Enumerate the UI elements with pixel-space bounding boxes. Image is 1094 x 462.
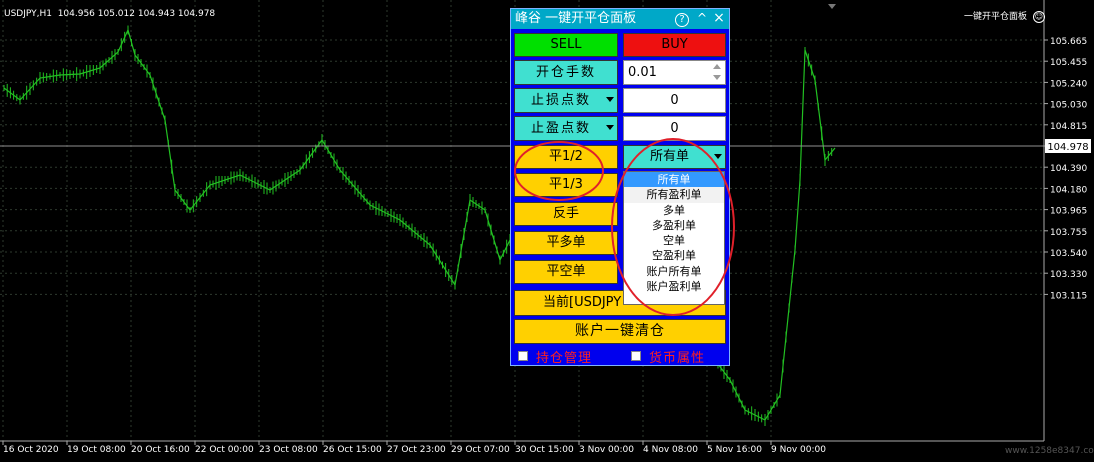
time-label: 19 Oct 08:00 [67,445,126,455]
spinner-down-icon[interactable] [713,75,721,80]
time-label: 27 Oct 23:00 [387,445,446,455]
dropdown-option[interactable]: 所有盈利单 [624,187,724,203]
lots-input[interactable]: 0.01 [623,60,726,85]
price-label: 104.180 [1050,185,1087,195]
clear-all-button[interactable]: 账户一键清仓 [514,319,726,344]
position-mgmt-label: 持仓管理 [536,351,593,366]
current-price-text: 104.978 [1047,142,1088,153]
time-label: 9 Nov 00:00 [771,445,826,455]
close-short-button[interactable]: 平空单 [514,260,618,284]
dropdown-option[interactable]: 空单 [624,233,724,248]
close-long-button[interactable]: 平多单 [514,231,618,255]
trading-terminal: 105.665105.455105.240105.030104.815104.6… [0,0,1094,462]
indicator-label-text: 一键开平仓面板 [964,12,1028,22]
price-label: 103.330 [1050,270,1087,280]
lots-value: 0.01 [628,65,657,80]
time-label: 20 Oct 16:00 [131,445,190,455]
time-label: 16 Oct 2020 [3,445,59,455]
price-label: 103.115 [1050,291,1087,301]
dropdown-option[interactable]: 账户所有单 [624,264,724,279]
takeprofit-label: 止盈点数 [530,121,591,136]
dropdown-option[interactable]: 多盈利单 [624,218,724,233]
sell-button[interactable]: SELL [514,33,618,57]
smiley-icon: ☺ [1032,11,1045,23]
time-label: 29 Oct 07:00 [451,445,510,455]
price-label: 103.965 [1050,207,1087,217]
panel-title-bar[interactable]: 峰谷 一键开平仓面板 ? ^ × [511,9,729,29]
price-label: 105.455 [1050,58,1087,68]
symbol-props-label: 货币属性 [649,351,706,366]
time-label: 4 Nov 08:00 [643,445,698,455]
time-label: 26 Oct 15:00 [323,445,382,455]
spinner-up-icon[interactable] [713,64,721,69]
price-label: 104.815 [1050,122,1087,132]
collapse-icon[interactable]: ^ [694,10,710,27]
time-label: 22 Oct 00:00 [195,445,254,455]
lots-label-button[interactable]: 开仓手数 [514,60,618,85]
stoploss-label: 止损点数 [530,93,591,108]
position-mgmt-checkbox[interactable] [518,351,528,361]
indicator-label: 一键开平仓面板 ☺ [964,9,1045,23]
watermark: www.1258e8347.com [1005,446,1094,456]
chevron-down-icon [606,97,614,102]
order-filter-select[interactable]: 所有单 [623,145,726,169]
close-half-button[interactable]: 平1/2 [514,145,618,169]
takeprofit-dropdown-button[interactable]: 止盈点数 [514,116,618,141]
stoploss-input[interactable]: 0 [623,88,726,113]
dropdown-option[interactable]: 多单 [624,203,724,218]
stoploss-dropdown-button[interactable]: 止损点数 [514,88,618,113]
help-icon[interactable]: ? [674,10,690,27]
price-label: 105.665 [1050,37,1087,47]
dropdown-option[interactable]: 空盈利单 [624,248,724,263]
chevron-down-icon [606,125,614,130]
panel-title: 峰谷 一键开平仓面板 [515,11,637,26]
price-label: 105.030 [1050,101,1087,111]
time-label: 30 Oct 15:00 [515,445,574,455]
symbol-info: USDJPY,H1 104.956 105.012 104.943 104.97… [4,9,216,19]
price-label: 105.240 [1050,79,1087,89]
current-symbol-label: 当前[USDJPY [543,295,622,310]
buy-button[interactable]: BUY [623,33,726,57]
time-label: 5 Nov 16:00 [707,445,762,455]
close-icon[interactable]: × [711,10,727,27]
time-label: 23 Oct 08:00 [259,445,318,455]
chart-shift-marker-icon[interactable] [828,4,836,9]
reverse-button[interactable]: 反手 [514,202,618,226]
stoploss-value: 0 [670,93,679,108]
dropdown-option[interactable]: 账户盈利单 [624,279,724,294]
chevron-down-icon [714,154,722,159]
close-third-button[interactable]: 平1/3 [514,173,618,197]
price-label: 103.755 [1050,228,1087,238]
takeprofit-input[interactable]: 0 [623,116,726,141]
order-filter-selected: 所有单 [649,149,689,164]
takeprofit-value: 0 [670,121,679,136]
price-label: 103.540 [1050,249,1087,259]
dropdown-option[interactable]: 所有单 [624,172,724,188]
symbol-props-checkbox[interactable] [631,351,641,361]
price-label: 104.390 [1050,164,1087,174]
order-filter-dropdown[interactable]: 所有单 所有盈利单 多单 多盈利单 空单 空盈利单 账户所有单 账户盈利单 [623,171,725,305]
time-label: 3 Nov 00:00 [579,445,634,455]
